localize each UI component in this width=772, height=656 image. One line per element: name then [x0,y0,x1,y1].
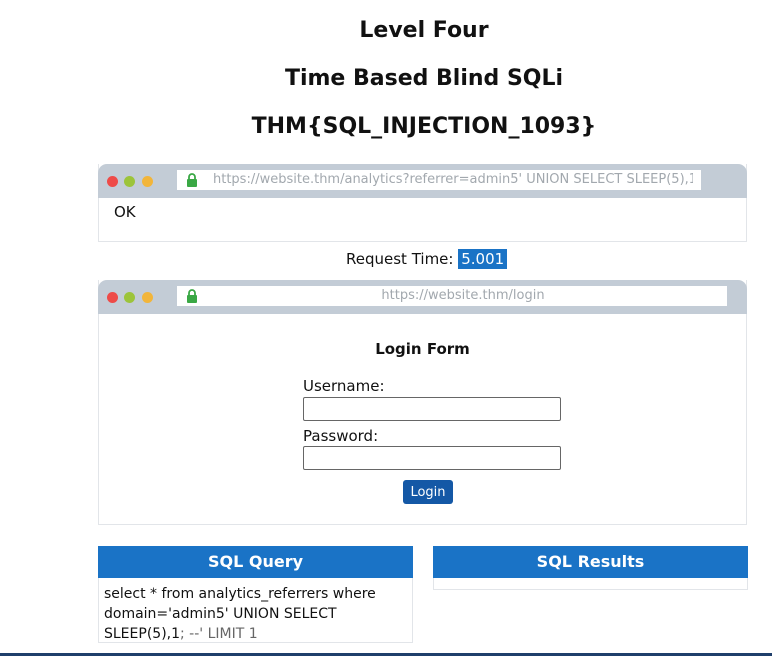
level-title: Level Four [359,18,489,43]
maximize-dot-icon [142,176,153,187]
username-input[interactable] [303,397,561,421]
login-browser-window: https://website.thm/login Login Form Use… [98,280,747,525]
password-input[interactable] [303,446,561,470]
lock-icon [187,289,197,303]
address-bar[interactable]: https://website.thm/login [177,286,727,306]
response-text: OK [114,203,136,221]
analytics-browser-window: https://website.thm/analytics?referrer=a… [98,164,747,242]
maximize-dot-icon [142,292,153,303]
password-label: Password: [303,427,379,445]
request-time-label: Request Time: [346,250,454,268]
username-label: Username: [303,377,385,395]
sql-query-panel: SQL Query select * from analytics_referr… [98,546,413,643]
sql-results-panel: SQL Results [433,546,748,590]
login-form-title: Login Form [375,340,470,358]
flag-text: THM{SQL_INJECTION_1093} [251,114,597,139]
browser-chrome: https://website.thm/analytics?referrer=a… [98,164,747,198]
sql-query-header: SQL Query [98,546,413,578]
sql-query-comment: ; --' LIMIT 1 [180,626,258,642]
address-url: https://website.thm/login [381,288,545,303]
sql-query-text: select * from analytics_referrers where … [99,578,412,644]
address-bar[interactable]: https://website.thm/analytics?referrer=a… [177,170,701,190]
minimize-dot-icon [124,176,135,187]
close-dot-icon [107,292,118,303]
sql-results-header: SQL Results [433,546,748,578]
close-dot-icon [107,176,118,187]
browser-chrome: https://website.thm/login [98,280,747,314]
challenge-subtitle: Time Based Blind SQLi [284,66,564,91]
request-time-value: 5.001 [458,249,508,269]
request-time: Request Time: 5.001 [346,249,508,269]
address-url: https://website.thm/analytics?referrer=a… [213,172,693,187]
lock-icon [187,173,197,187]
minimize-dot-icon [124,292,135,303]
login-button[interactable]: Login [403,480,453,504]
